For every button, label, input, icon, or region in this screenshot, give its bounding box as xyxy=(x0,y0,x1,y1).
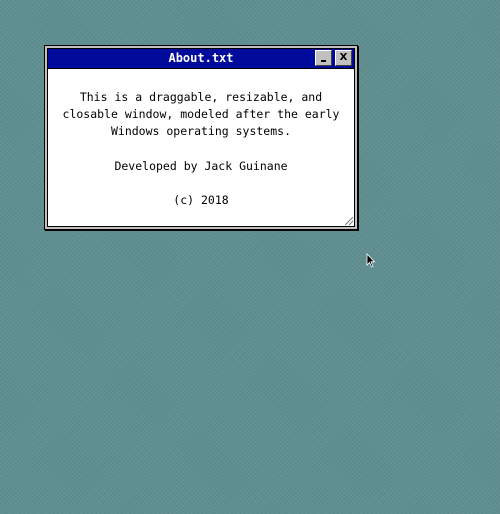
minimize-button[interactable] xyxy=(315,50,332,66)
about-window[interactable]: About.txt X This is a draggable, resizab… xyxy=(44,45,358,230)
minimize-icon xyxy=(321,60,326,62)
title-bar[interactable]: About.txt X xyxy=(48,49,354,69)
desktop[interactable]: { "window": { "title": "About.txt", "min… xyxy=(0,0,500,514)
developer-text: Developed by Jack Guinane xyxy=(114,159,288,173)
close-button[interactable]: X xyxy=(335,50,352,66)
description-text: This is a draggable, resizable, and clos… xyxy=(58,89,344,140)
description-line: This is a draggable, resizable, and xyxy=(79,90,323,104)
window-title: About.txt xyxy=(168,51,234,65)
window-content: This is a draggable, resizable, and clos… xyxy=(48,69,354,226)
window-body: About.txt X This is a draggable, resizab… xyxy=(47,48,355,227)
description-line: Windows operating systems. xyxy=(110,124,291,138)
copyright-text: (c) 2018 xyxy=(173,193,229,207)
mouse-pointer-icon xyxy=(366,253,376,268)
resize-grip-icon[interactable] xyxy=(345,217,353,225)
description-line: closable window, modeled after the early xyxy=(62,107,340,121)
